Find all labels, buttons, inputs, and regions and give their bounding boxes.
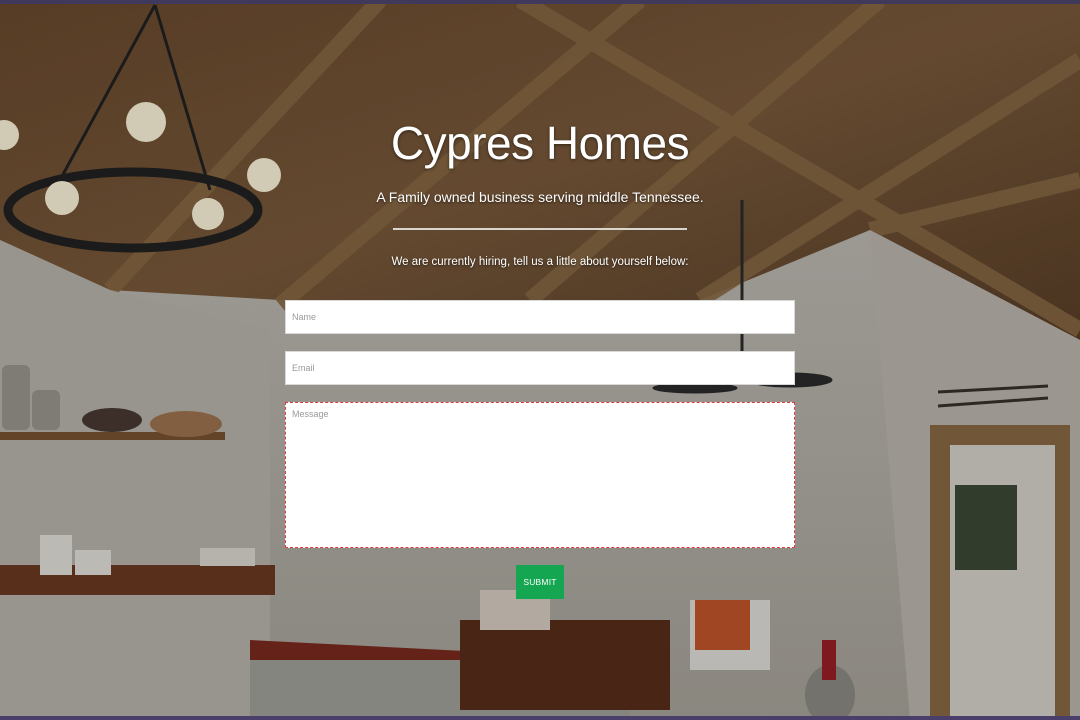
name-field[interactable] [285, 300, 795, 334]
site-tagline: A Family owned business serving middle T… [376, 189, 704, 205]
submit-button[interactable]: SUBMIT [516, 565, 564, 599]
top-accent-bar [0, 0, 1080, 4]
email-field[interactable] [285, 351, 795, 385]
site-title: Cypres Homes [390, 117, 690, 169]
hiring-text: We are currently hiring, tell us a littl… [391, 256, 689, 268]
title-divider [393, 228, 687, 230]
hero-section: Cypres Homes A Family owned business ser… [0, 0, 1080, 720]
bottom-accent-bar [0, 716, 1080, 720]
message-field[interactable] [285, 402, 795, 548]
